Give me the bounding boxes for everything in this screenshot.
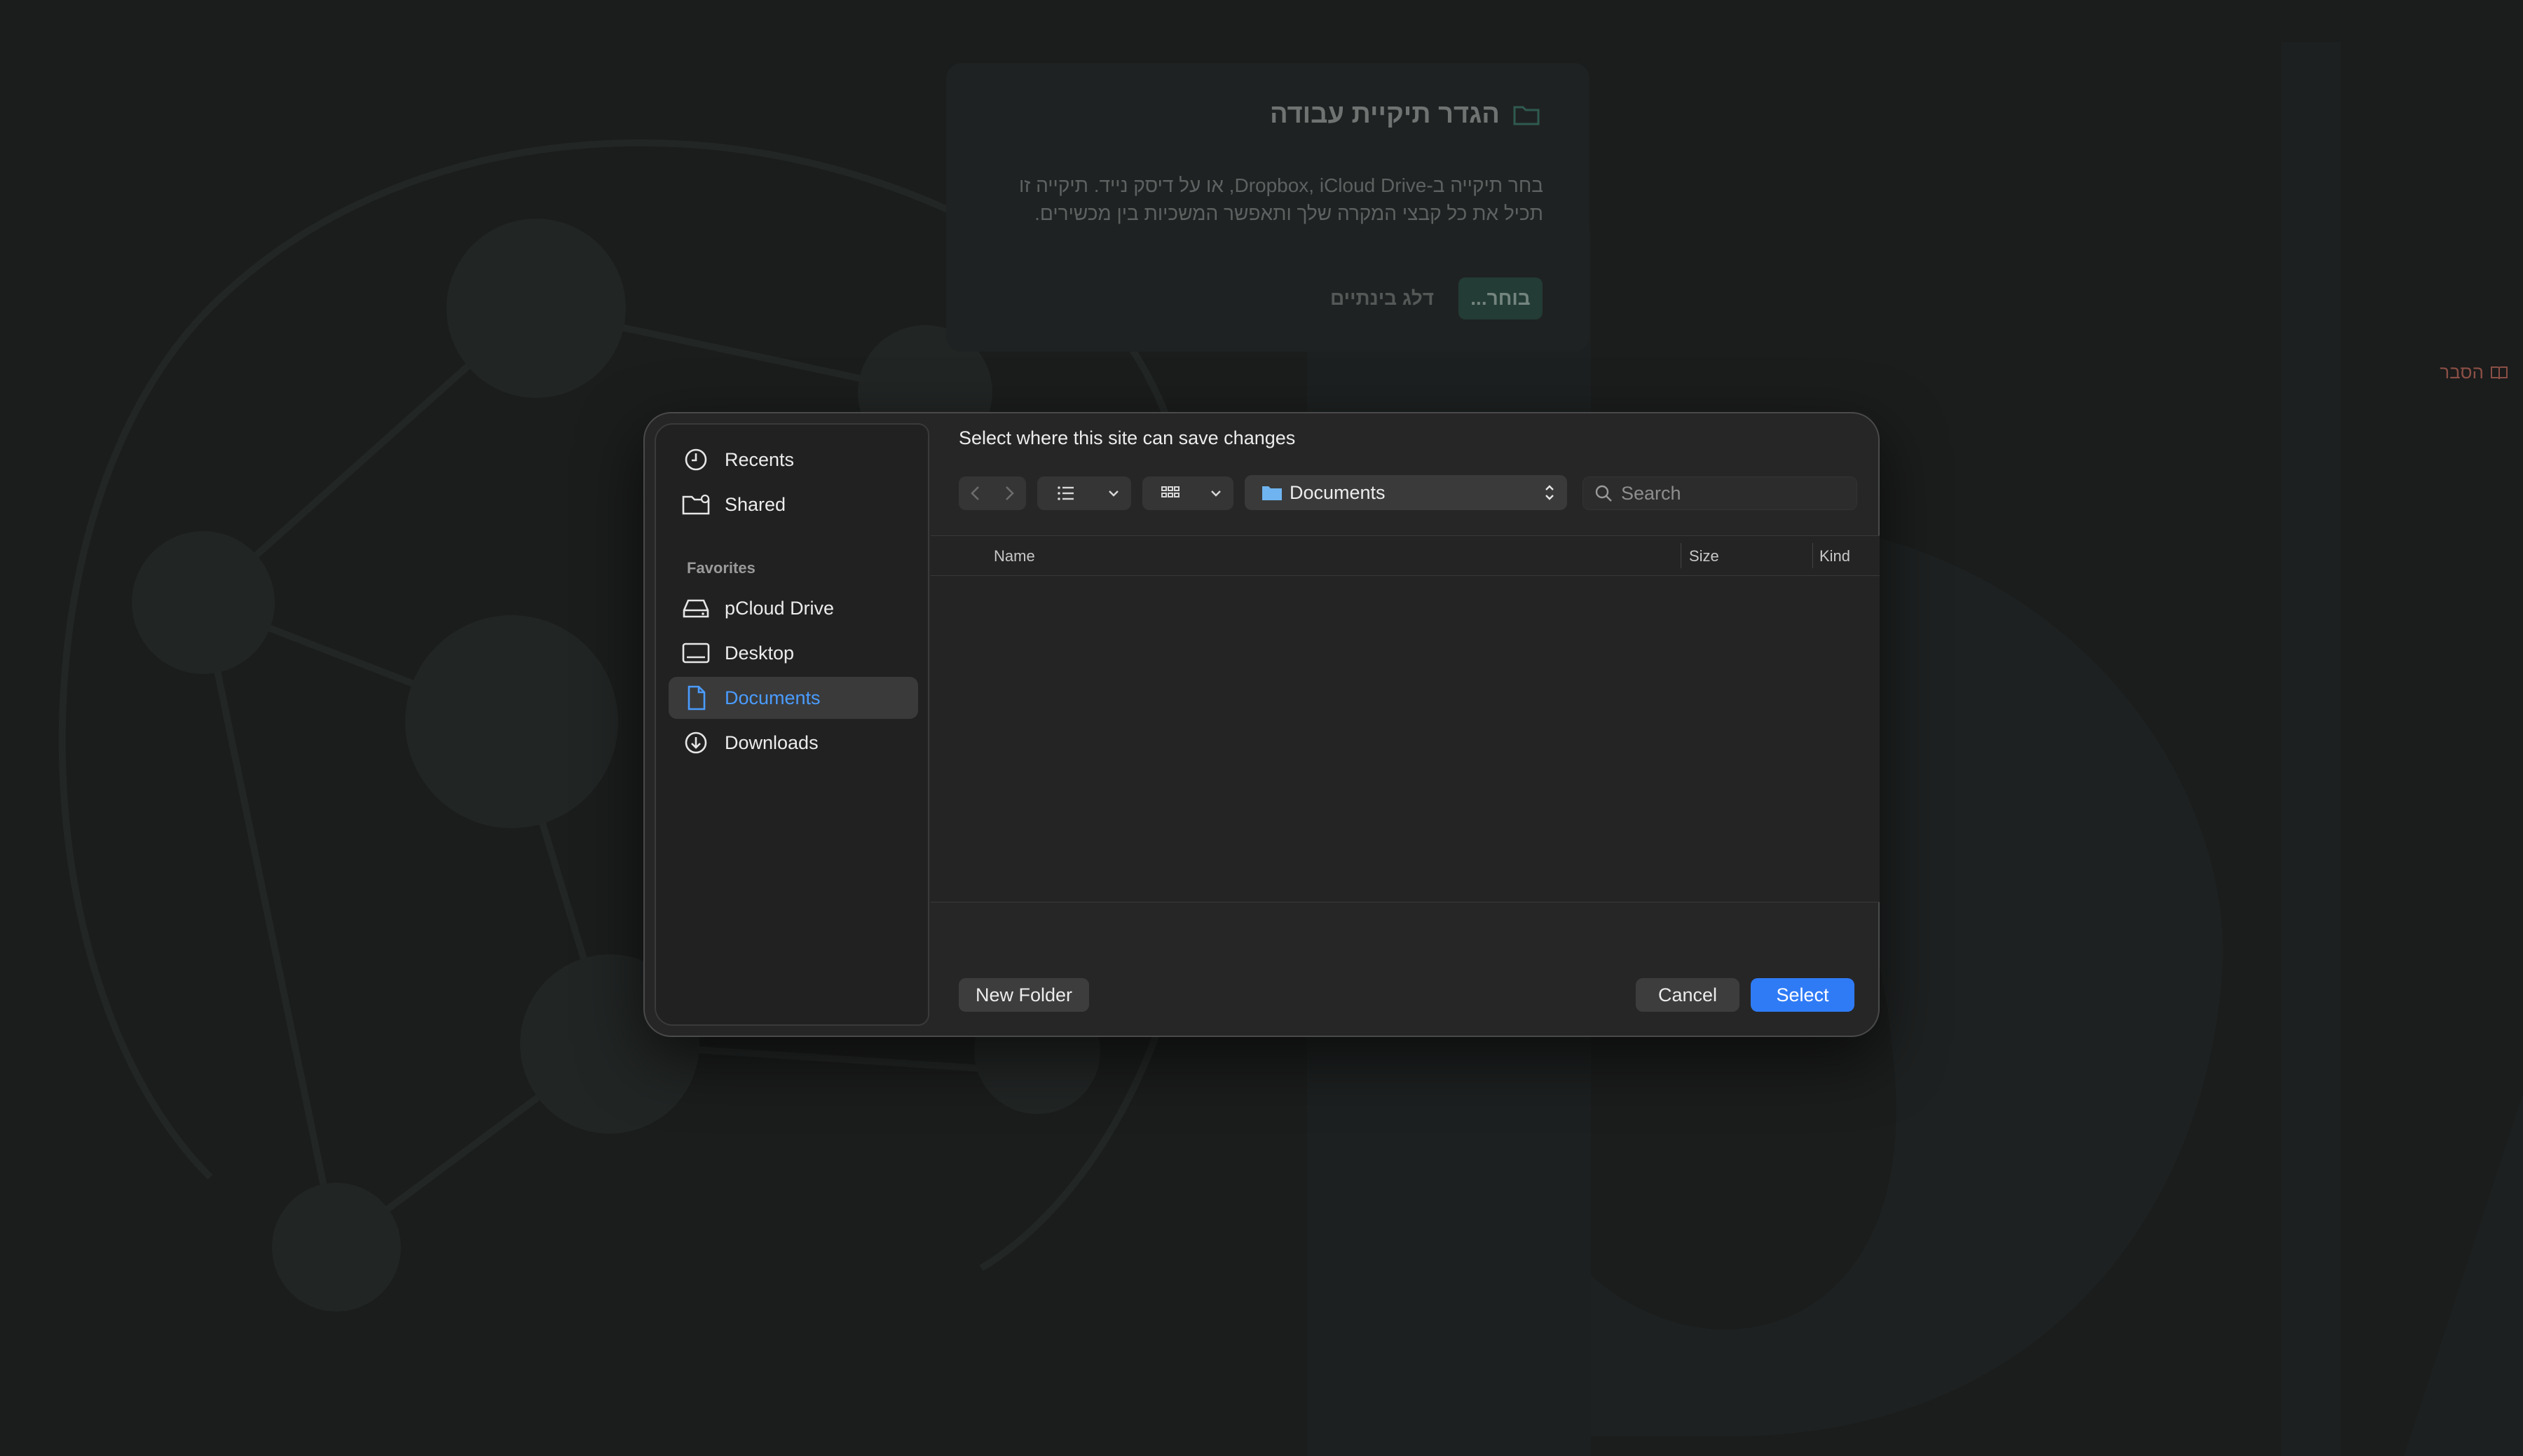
card-title-text: הגדר תיקיית עבודה (1270, 99, 1500, 129)
drive-icon (683, 599, 709, 618)
location-label: Documents (1290, 481, 1386, 503)
cancel-button[interactable]: Cancel (1636, 978, 1739, 1012)
search-field[interactable] (1582, 476, 1857, 510)
skip-button[interactable]: דלג בינתיים (1330, 277, 1434, 320)
save-location-dialog: Recents Shared Favorites pCloud Drive De… (643, 412, 1880, 1037)
dialog-title: Select where this site can save changes (959, 427, 1296, 448)
card-title: הגדר תיקיית עבודה (1270, 99, 1540, 130)
list-header: Name Size Kind (931, 536, 1880, 576)
column-name[interactable]: Name (994, 547, 1035, 565)
folder-icon (1513, 106, 1540, 125)
dialog-sidebar: Recents Shared Favorites pCloud Drive De… (655, 423, 929, 1026)
clock-icon (685, 448, 707, 471)
list-view-button[interactable] (1037, 476, 1131, 510)
sidebar-item-documents[interactable]: Documents (669, 677, 918, 719)
sidebar-item-downloads[interactable]: Downloads (669, 722, 918, 764)
sidebar-section-favorites: Favorites (687, 559, 755, 577)
grid-view-icon (1161, 486, 1180, 497)
forward-chevron-icon[interactable] (992, 476, 1026, 510)
back-chevron-icon[interactable] (959, 476, 992, 510)
sidebar-item-pcloud-drive[interactable]: pCloud Drive (669, 587, 918, 629)
sidebar-item-label: Downloads (725, 732, 819, 753)
search-icon (1595, 485, 1612, 502)
up-down-arrows-icon (1545, 485, 1554, 500)
location-popup[interactable]: Documents (1245, 475, 1567, 510)
sidebar-item-label: pCloud Drive (725, 597, 835, 619)
choose-folder-button[interactable]: בוחר... (1458, 277, 1543, 320)
desktop-icon (682, 643, 710, 664)
new-folder-button[interactable]: New Folder (959, 978, 1089, 1012)
sidebar-item-label: Desktop (725, 642, 795, 664)
download-icon (685, 732, 707, 754)
select-button[interactable]: Select (1751, 978, 1854, 1012)
shared-folder-icon (682, 494, 710, 515)
grid-view-button[interactable] (1142, 476, 1233, 510)
column-kind[interactable]: Kind (1819, 547, 1850, 565)
setup-folder-card: הגדר תיקיית עבודה בחר תיקייה ב-Dropbox, … (946, 63, 1589, 352)
sidebar-item-label: Documents (725, 687, 821, 708)
document-icon (688, 685, 706, 710)
card-description: בחר תיקייה ב-Dropbox, iCloud Drive, או ע… (1018, 174, 1543, 224)
sidebar-item-label: Recents (725, 448, 795, 470)
list-view-icon (1058, 486, 1074, 500)
sidebar-item-label: Shared (725, 493, 786, 515)
column-size[interactable]: Size (1689, 547, 1719, 565)
explain-link[interactable]: הסבר (2440, 362, 2509, 383)
search-input[interactable] (1620, 481, 1847, 505)
explain-link-label: הסבר (2440, 362, 2484, 383)
folder-icon (1262, 486, 1282, 500)
back-forward-group (959, 476, 1026, 510)
chevron-down-icon (1109, 490, 1119, 497)
sidebar-item-desktop[interactable]: Desktop (669, 632, 918, 674)
file-list[interactable]: Name Size Kind (931, 535, 1880, 902)
sidebar-item-shared[interactable]: Shared (669, 483, 918, 526)
sidebar-item-recents[interactable]: Recents (669, 439, 918, 481)
book-icon (2491, 366, 2508, 379)
chevron-down-icon (1211, 490, 1221, 497)
